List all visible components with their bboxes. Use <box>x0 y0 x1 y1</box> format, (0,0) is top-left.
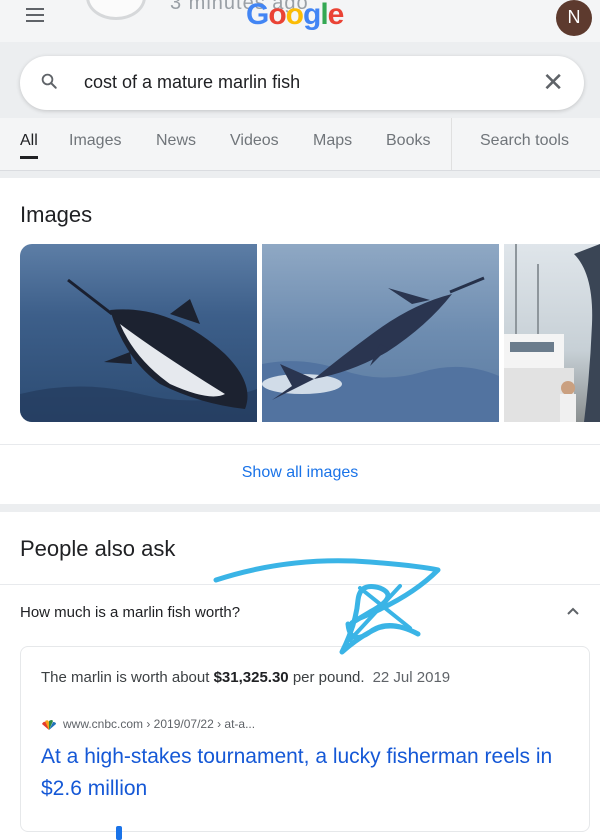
user-avatar[interactable]: N <box>556 0 592 36</box>
logo-letter: l <box>320 0 328 31</box>
cnbc-peacock-icon <box>42 719 56 730</box>
logo-letter: g <box>303 0 321 31</box>
top-bar: 3 minutes ago Google N <box>0 0 600 42</box>
boat-marlin-image <box>504 244 600 422</box>
result-title-link[interactable]: At a high-stakes tournament, a lucky fis… <box>41 741 571 805</box>
answer-box: The marlin is worth about $31,325.30 per… <box>20 646 590 832</box>
answer-text-after: per pound. <box>288 669 365 686</box>
logo-letter: e <box>327 0 345 31</box>
answer-text: The marlin is worth about $31,325.30 per… <box>41 669 450 686</box>
tab-images[interactable]: Images <box>69 132 121 150</box>
tab-divider <box>451 118 452 170</box>
images-section-title: Images <box>20 202 93 227</box>
marlin-jumping-image <box>262 276 499 422</box>
divider <box>0 444 600 445</box>
marlin-image-1[interactable] <box>20 244 257 422</box>
tab-news[interactable]: News <box>156 132 196 150</box>
logo-letter: G <box>246 0 269 31</box>
notification-avatar <box>86 0 146 20</box>
marlin-image-3[interactable] <box>504 244 600 422</box>
search-tabs: All Images News Videos Maps Books Search… <box>0 118 600 171</box>
logo-letter: o <box>285 0 304 31</box>
scribble-mark <box>116 826 122 840</box>
chevron-up-icon[interactable] <box>566 604 580 618</box>
people-also-ask-title: People also ask <box>20 536 176 561</box>
logo-letter: o <box>268 0 286 31</box>
answer-highlight: $31,325.30 <box>213 669 289 686</box>
search-bar[interactable]: cost of a mature marlin fish ✕ <box>20 56 584 110</box>
google-logo[interactable]: Google <box>246 0 345 32</box>
source-row[interactable]: www.cnbc.com › 2019/07/22 › at-a... <box>41 717 255 731</box>
show-all-images-link[interactable]: Show all images <box>0 464 600 482</box>
images-card: Images Show all images <box>0 178 600 504</box>
search-icon <box>41 73 57 89</box>
tab-maps[interactable]: Maps <box>313 132 352 150</box>
scribble-annotation <box>213 558 441 655</box>
marlin-leaping-image <box>20 278 257 422</box>
marlin-image-2[interactable] <box>262 244 499 422</box>
paa-question[interactable]: How much is a marlin fish worth? <box>20 604 240 621</box>
tab-videos[interactable]: Videos <box>230 132 279 150</box>
search-input[interactable]: cost of a mature marlin fish <box>84 72 300 93</box>
tab-search-tools[interactable]: Search tools <box>480 132 569 150</box>
source-url: www.cnbc.com › 2019/07/22 › at-a... <box>63 717 256 731</box>
hamburger-menu-icon[interactable] <box>26 8 44 24</box>
answer-text-before: The marlin is worth about <box>41 669 214 686</box>
answer-date: 22 Jul 2019 <box>372 669 451 686</box>
tab-all[interactable]: All <box>20 132 38 159</box>
tab-books[interactable]: Books <box>386 132 430 150</box>
close-icon[interactable]: ✕ <box>542 68 564 96</box>
